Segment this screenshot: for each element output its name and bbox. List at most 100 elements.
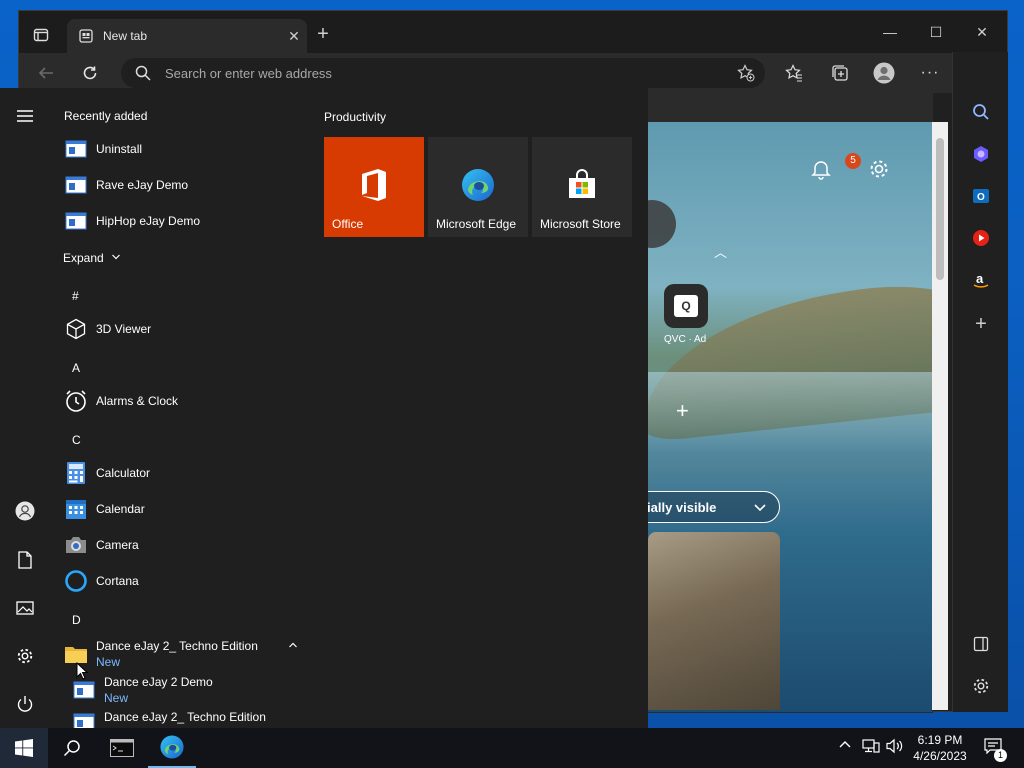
start-rail	[0, 88, 50, 728]
letter-header-c[interactable]: C	[72, 433, 81, 447]
outlook-icon: O	[973, 189, 989, 203]
folder-dance-ejay-techno[interactable]: Dance eJay 2_ Techno Edition New	[64, 638, 304, 670]
tab-actions-button[interactable]	[27, 21, 55, 49]
profile-button[interactable]	[869, 59, 899, 87]
letter-header-hash[interactable]: #	[72, 289, 79, 303]
taskbar-terminal-app[interactable]	[98, 728, 146, 768]
page-scrollbar[interactable]	[932, 122, 948, 710]
amazon-icon: a	[973, 271, 989, 288]
app-item-calculator[interactable]: Calculator	[64, 458, 304, 488]
expand-label: Expand	[63, 251, 104, 265]
document-icon	[18, 551, 32, 569]
edge-icon	[160, 735, 184, 759]
network-icon	[862, 739, 880, 753]
user-account-button[interactable]	[10, 496, 40, 526]
chevron-up-icon[interactable]: ︿	[714, 242, 727, 261]
hamburger-button[interactable]	[10, 101, 40, 131]
back-arrow-icon	[38, 67, 53, 79]
maximize-button[interactable]: ☐	[913, 21, 959, 45]
add-shortcut-icon[interactable]: +	[676, 398, 689, 424]
show-hidden-icons-button[interactable]	[838, 738, 852, 755]
power-button[interactable]	[10, 689, 40, 719]
tile-office[interactable]: Office	[324, 137, 424, 237]
back-button[interactable]	[31, 59, 61, 87]
edge-icon	[458, 165, 498, 205]
tile-microsoft-store[interactable]: Microsoft Store	[532, 137, 632, 237]
sidebar-amazon-button[interactable]: a	[967, 266, 995, 294]
search-icon	[973, 104, 989, 120]
speaker-icon	[886, 738, 903, 754]
app-item-3d-viewer[interactable]: 3D Viewer	[64, 314, 304, 344]
qvc-quick-link[interactable]: Q	[664, 284, 708, 328]
close-window-button[interactable]: ✕	[959, 21, 1005, 45]
app-item-cortana[interactable]: Cortana	[64, 566, 304, 596]
favorites-button[interactable]	[779, 59, 809, 87]
minimize-button[interactable]: —	[867, 21, 913, 45]
mouse-cursor-icon	[76, 661, 89, 683]
search-icon	[135, 65, 151, 81]
plus-icon: +	[975, 312, 987, 335]
sidebar-youtube-button[interactable]	[967, 224, 995, 252]
app-item-alarms-clock[interactable]: Alarms & Clock	[64, 386, 304, 416]
start-button[interactable]	[0, 728, 48, 768]
refresh-button[interactable]	[75, 59, 105, 87]
sidebar-search-button[interactable]	[967, 98, 995, 126]
settings-button[interactable]	[10, 641, 40, 671]
tile-microsoft-edge[interactable]: Microsoft Edge	[428, 137, 528, 237]
cortana-icon	[64, 569, 88, 593]
feed-visibility-label: ially visible	[647, 499, 717, 515]
new-tab-button[interactable]: +	[311, 23, 335, 47]
add-favorite-button[interactable]	[737, 64, 755, 85]
sidebar-add-button[interactable]: +	[967, 310, 995, 338]
volume-button[interactable]	[886, 738, 904, 757]
app-item-rave-ejay-demo[interactable]: Rave eJay Demo	[64, 170, 304, 200]
scrollbar-thumb[interactable]	[936, 138, 944, 280]
close-tab-icon[interactable]: ✕	[281, 28, 307, 45]
sidebar-outlook-button[interactable]: O	[967, 182, 995, 210]
app-item-hiphop-ejay-demo[interactable]: HipHop eJay Demo	[64, 206, 304, 236]
app-label: HipHop eJay Demo	[96, 214, 201, 228]
letter-header-d[interactable]: D	[72, 613, 81, 627]
browser-toolbar: Search or enter web address ···	[19, 53, 1007, 93]
chevron-up-icon[interactable]	[288, 638, 298, 652]
copilot-icon	[974, 146, 988, 162]
clock-icon	[64, 389, 88, 413]
qvc-logo-icon: Q	[674, 295, 698, 317]
documents-button[interactable]	[10, 545, 40, 575]
profile-avatar-icon	[873, 62, 895, 84]
search-icon	[63, 740, 80, 757]
notification-count-badge: 1	[994, 749, 1007, 762]
app-item-dance-ejay-2-demo[interactable]: Dance eJay 2 Demo New	[72, 674, 306, 706]
collections-button[interactable]	[825, 59, 855, 87]
app-item-uninstall[interactable]: Uninstall	[64, 134, 304, 164]
taskbar-edge-app[interactable]	[148, 728, 196, 768]
app-item-dance-ejay-2-techno[interactable]: Dance eJay 2_ Techno Edition	[72, 710, 306, 728]
app-item-camera[interactable]: Camera	[64, 530, 304, 560]
address-bar[interactable]: Search or enter web address	[121, 58, 765, 88]
app-window-icon	[72, 710, 96, 728]
clock-date: 4/26/2023	[913, 749, 967, 763]
search-button[interactable]	[48, 728, 96, 768]
expand-button[interactable]: Expand	[63, 251, 121, 265]
tile-label: Office	[332, 217, 364, 231]
clock[interactable]: 6:19 PM 4/26/2023	[910, 732, 970, 764]
news-card-image[interactable]	[648, 532, 780, 710]
user-icon	[15, 501, 35, 521]
app-item-calendar[interactable]: Calendar	[64, 494, 304, 524]
tab-new-tab[interactable]: New tab ✕	[67, 19, 307, 53]
letter-header-a[interactable]: A	[72, 361, 80, 375]
address-placeholder: Search or enter web address	[165, 65, 332, 81]
sidebar-discover-button[interactable]	[967, 140, 995, 168]
hide-sidebar-button[interactable]	[967, 630, 995, 658]
page-settings-button[interactable]	[868, 158, 890, 183]
power-icon	[17, 696, 33, 712]
app-label: Camera	[96, 538, 139, 552]
network-button[interactable]	[862, 738, 880, 757]
settings-more-button[interactable]: ···	[915, 59, 945, 87]
sidebar-settings-button[interactable]	[967, 672, 995, 700]
pictures-button[interactable]	[10, 593, 40, 623]
notifications-button[interactable]	[810, 158, 832, 183]
sidebar-panel-icon	[973, 636, 989, 652]
hamburger-icon	[17, 110, 33, 122]
gear-icon	[870, 160, 888, 178]
